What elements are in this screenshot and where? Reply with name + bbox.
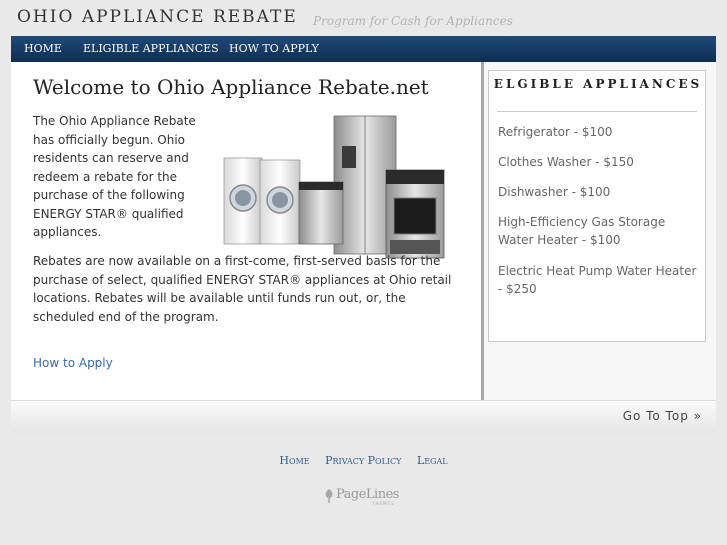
footer-bar: Go To Top » <box>11 400 716 433</box>
site-header: OHIO APPLIANCE REBATE Program for Cash f… <box>0 0 727 36</box>
leaf-icon <box>325 489 333 503</box>
site-title[interactable]: OHIO APPLIANCE REBATE <box>17 7 298 27</box>
site-tagline: Program for Cash for Appliances <box>313 14 513 28</box>
widget-divider <box>497 111 697 112</box>
appliance-item: Dishwasher - $100 <box>498 185 611 199</box>
appliance-item: Refrigerator - $100 <box>498 125 613 139</box>
pagelines-logo[interactable]: PageLines THEMES <box>322 487 402 507</box>
go-to-top-link[interactable]: Go To Top » <box>623 409 702 423</box>
main-nav: HOME ELIGIBLE APPLIANCES HOW TO APPLY <box>11 36 716 62</box>
nav-item-home[interactable]: HOME <box>24 42 62 55</box>
appliance-item: High-Efficiency Gas Storage Water Heater… <box>498 215 666 247</box>
logo-text: PageLines <box>336 487 399 502</box>
widget-title: ELGIBLE APPLIANCES <box>493 77 703 91</box>
footer-link-privacy-policy[interactable]: Privacy Policy <box>325 454 401 467</box>
appliance-item: Clothes Washer - $150 <box>498 155 634 169</box>
footer-nav: Home Privacy Policy Legal <box>0 454 727 467</box>
logo-subtext: THEMES <box>372 501 395 506</box>
footer-link-legal[interactable]: Legal <box>417 454 448 467</box>
footer-link-home[interactable]: Home <box>279 454 309 467</box>
nav-item-eligible-appliances[interactable]: ELIGIBLE APPLIANCES <box>83 42 219 55</box>
nav-item-how-to-apply[interactable]: HOW TO APPLY <box>229 42 319 55</box>
intro-text: The Ohio Appliance Rebate has officially… <box>33 114 196 239</box>
appliances-image <box>223 115 445 259</box>
eligible-appliances-widget: ELGIBLE APPLIANCES Refrigerator - $100 C… <box>488 70 706 342</box>
rebate-availability-text: Rebates are now available on a first-com… <box>33 254 452 324</box>
how-to-apply-link[interactable]: How to Apply <box>33 356 113 370</box>
appliance-item: Electric Heat Pump Water Heater - $250 <box>498 264 697 296</box>
page-title: Welcome to Ohio Appliance Rebate.net <box>33 75 429 99</box>
